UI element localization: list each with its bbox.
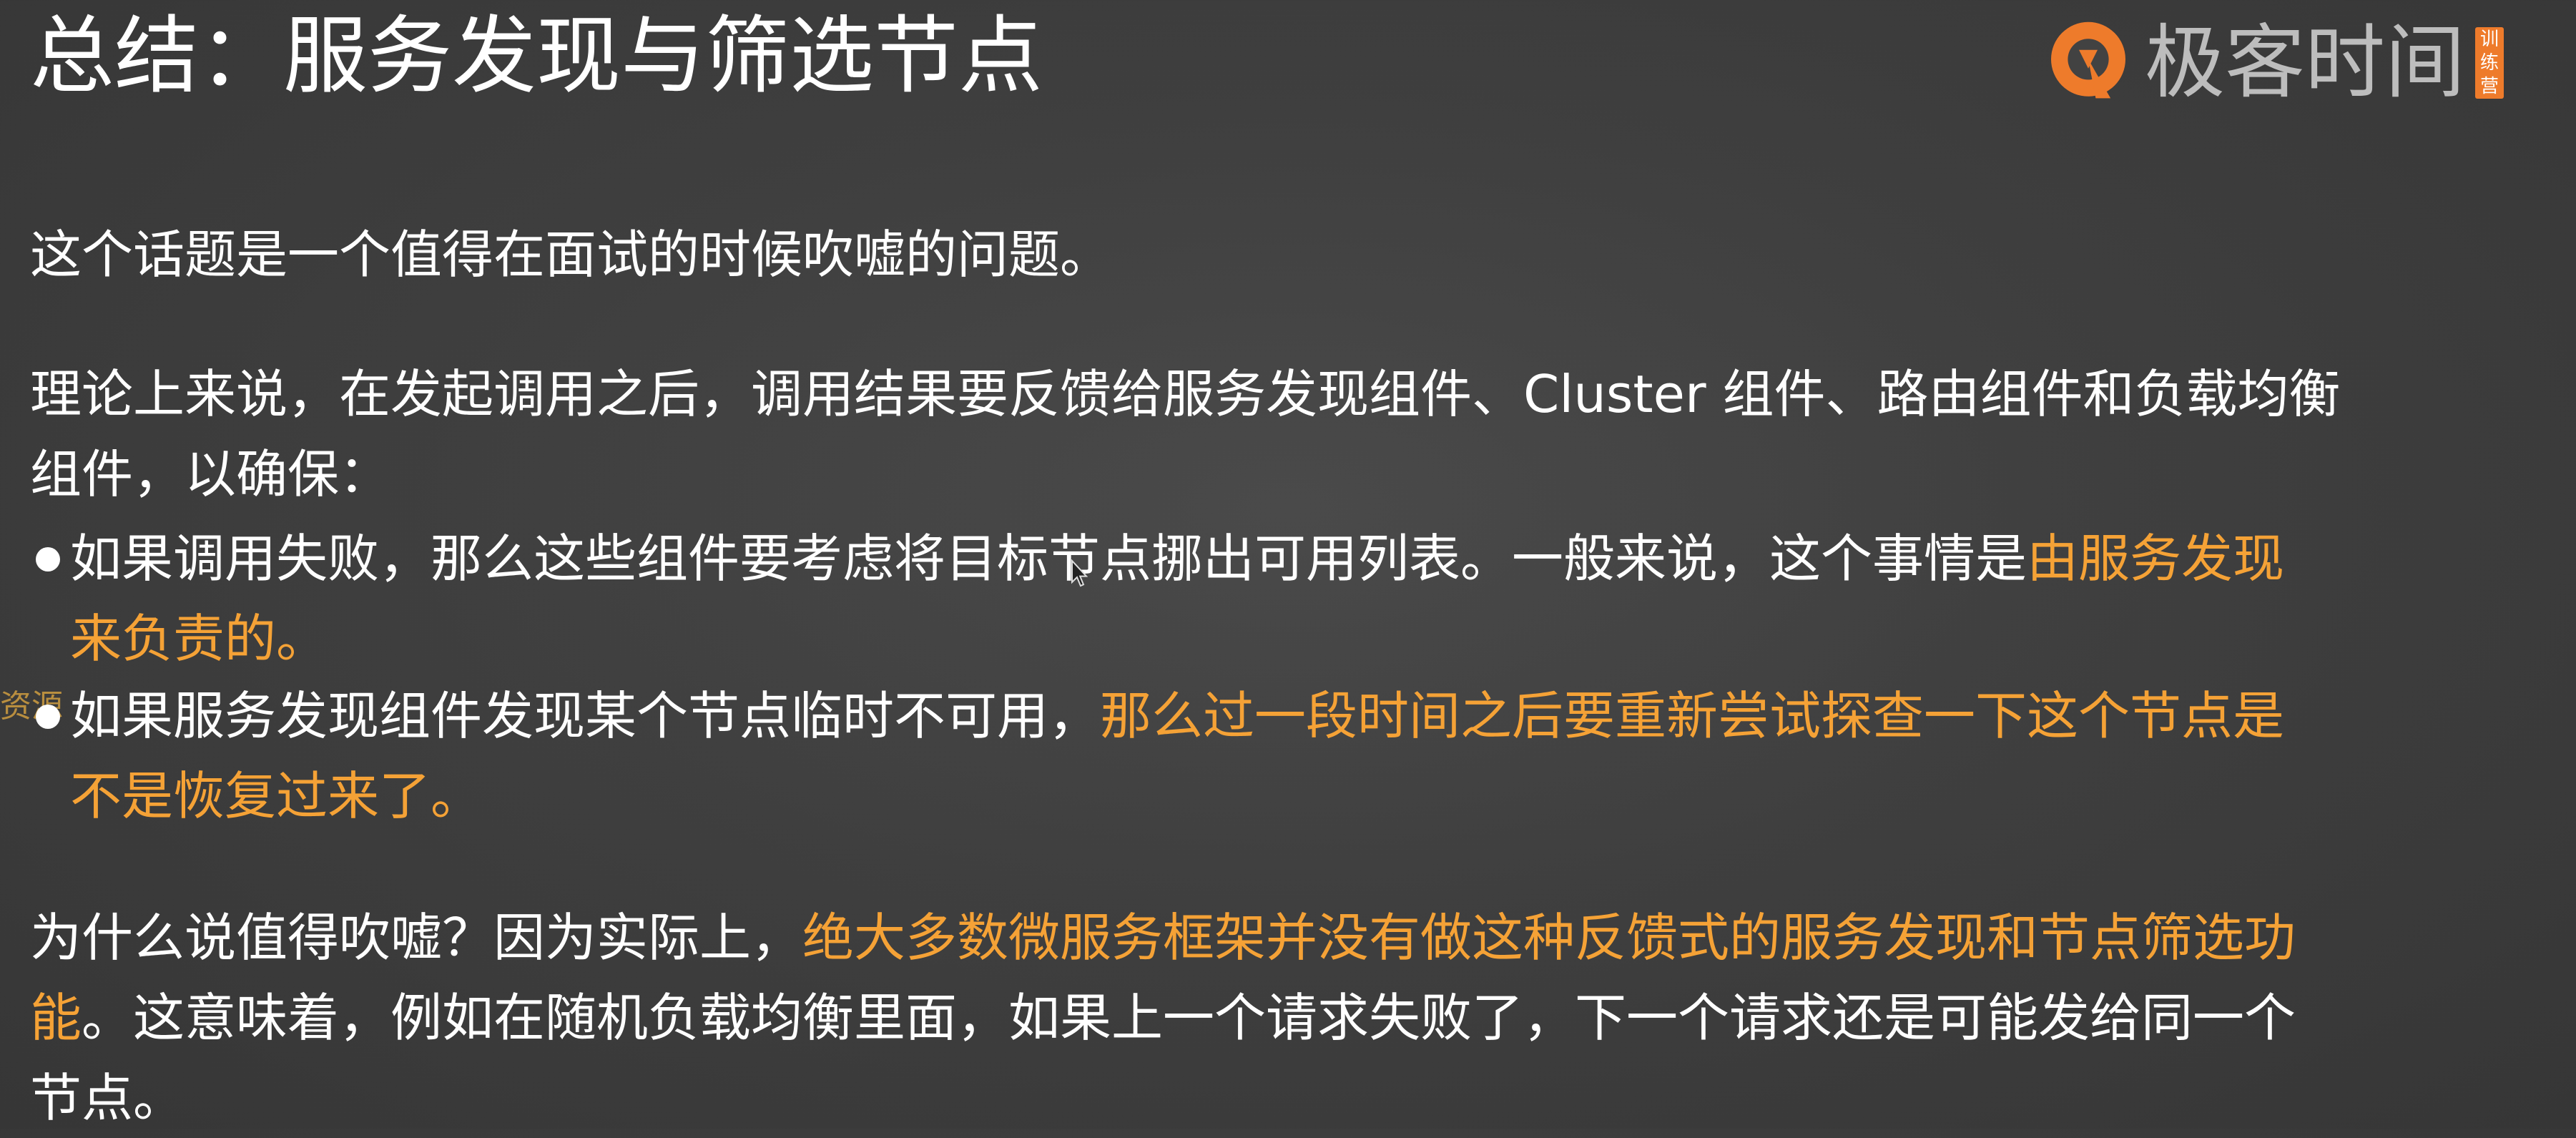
why-line: 节点。: [30, 1068, 185, 1128]
bullet-text: 如果调用失败，那么这些组件要考虑将目标节点挪出可用列表。一般来说，这个事情是由服…: [70, 519, 2402, 679]
bullet-dot: [36, 705, 60, 729]
why-paragraph: 为什么说值得吹嘘？因为实际上，绝大多数微服务框架并没有做这种反馈式的服务发现和节…: [30, 898, 2296, 1138]
theory-line: 理论上来说，在发起调用之后，调用结果要反馈给服务发现组件、Cluster 组件、…: [30, 364, 2341, 424]
slide-title: 总结：服务发现与筛选节点: [30, 6, 1043, 105]
logo-badge-char: 练: [2479, 51, 2499, 74]
bullet-dot: [36, 547, 60, 572]
bullet-highlight-line: 不是恢复过来了。: [70, 766, 483, 826]
why-normal-text: 为什么说值得吹嘘？因为实际上，: [30, 908, 803, 968]
bullet-highlight-text: 由服务发现: [2027, 529, 2285, 589]
geekbang-logo: 极客时间 训 练 营: [2042, 13, 2504, 113]
logo-badge-char: 训: [2479, 28, 2499, 50]
bullet-text: 如果服务发现组件发现某个节点临时不可用，那么过一段时间之后要重新尝试探查一下这个…: [70, 676, 2402, 836]
why-line: 能。这意味着，例如在随机负载均衡里面，如果上一个请求失败了，下一个请求还是可能发…: [30, 978, 2296, 1058]
logo-text: 极客时间: [2145, 16, 2465, 109]
theory-paragraph: 理论上来说，在发起调用之后，调用结果要反馈给服务发现组件、Cluster 组件、…: [30, 354, 2340, 514]
why-normal-text: 。这意味着，例如在随机负载均衡里面，如果上一个请求失败了，下一个请求还是可能发给…: [82, 988, 2296, 1048]
mouse-cursor-icon: [1071, 559, 1088, 587]
why-highlight-text: 能: [30, 988, 82, 1048]
bullet-line: 如果调用失败，那么这些组件要考虑将目标节点挪出可用列表。一般来说，这个事情是由服…: [70, 519, 2402, 599]
bullet-line: 如果服务发现组件发现某个节点临时不可用，那么过一段时间之后要重新尝试探查一下这个…: [70, 676, 2402, 756]
why-highlight-text: 绝大多数微服务框架并没有做这种反馈式的服务发现和节点筛选功: [802, 908, 2296, 968]
logo-badge-char: 营: [2479, 75, 2499, 97]
geekbang-logo-icon: [2051, 21, 2125, 99]
bullet-highlight-text: 那么过一段时间之后要重新尝试探查一下这个节点是: [1100, 686, 2285, 746]
bullet-highlight-line: 来负责的。: [70, 609, 328, 669]
theory-line: 组件，以确保：: [30, 444, 391, 504]
bullet-normal-text: 如果调用失败，那么这些组件要考虑将目标节点挪出可用列表。一般来说，这个事情是: [70, 529, 2027, 589]
bullet-normal-text: 如果服务发现组件发现某个节点临时不可用，: [70, 686, 1101, 746]
why-line: 为什么说值得吹嘘？因为实际上，绝大多数微服务框架并没有做这种反馈式的服务发现和节…: [30, 898, 2296, 978]
logo-badge: 训 练 营: [2475, 27, 2504, 99]
intro-paragraph: 这个话题是一个值得在面试的时候吹嘘的问题。: [30, 225, 1112, 285]
